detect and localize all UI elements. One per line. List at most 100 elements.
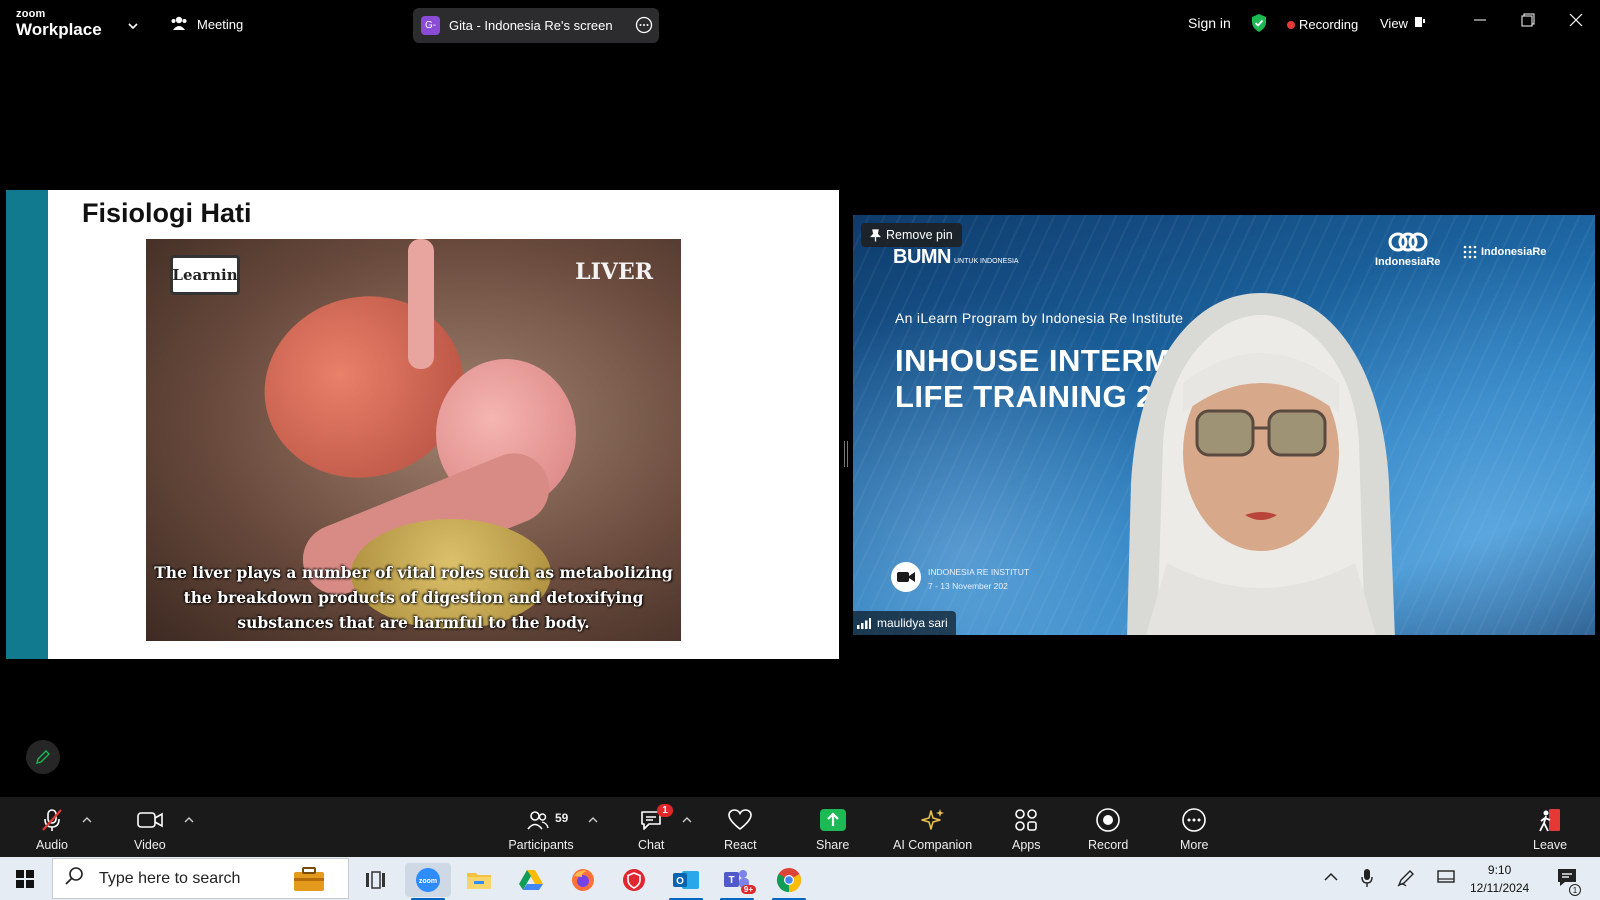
indonesiare-brand-text: IndonesiaRe (1375, 256, 1441, 268)
notifications-icon[interactable]: 1 (1556, 867, 1581, 896)
react-button[interactable]: React (724, 806, 757, 852)
teams-badge: 9+ (740, 885, 756, 894)
slide-side-band (6, 190, 48, 659)
teams-icon[interactable]: T 9+ (714, 863, 760, 900)
apps-button[interactable]: Apps (1012, 806, 1041, 852)
chat-unread-badge: 1 (657, 804, 673, 817)
event-line-2: 7 - 13 November 202 (928, 581, 1008, 591)
participants-label: Participants (508, 838, 574, 852)
leave-door-icon (1539, 808, 1561, 831)
view-label: View (1380, 16, 1408, 31)
meeting-label: Meeting (197, 17, 244, 32)
video-caption: The liver plays a number of vital roles … (154, 563, 673, 632)
more-options-icon[interactable] (635, 16, 653, 37)
record-label: Record (1088, 838, 1129, 852)
file-explorer-icon[interactable] (456, 863, 502, 897)
title-bar: zoom Workplace Meeting G- Gita - Indones… (0, 0, 1600, 48)
svg-text:O: O (676, 876, 684, 887)
bumn-sub-text: UNTUK INDONESIA (954, 258, 1019, 265)
chevron-down-icon[interactable] (127, 18, 139, 36)
chat-options-caret-icon[interactable] (682, 811, 692, 829)
restore-icon[interactable] (1521, 13, 1535, 32)
more-label: More (1180, 838, 1209, 852)
shared-screen[interactable]: Fisiologi Hati Learnin LIVER The liver p… (6, 190, 839, 659)
view-button[interactable]: View (1380, 16, 1426, 31)
participants-options-caret-icon[interactable] (588, 811, 598, 829)
pencil-icon (36, 750, 50, 764)
logo-zoom-text: zoom (16, 8, 46, 20)
sparkle-icon (920, 808, 944, 830)
pen-icon[interactable] (1397, 869, 1415, 892)
taskbar-zoom-icon[interactable]: zoom (405, 863, 451, 900)
meeting-people-icon (170, 15, 188, 34)
sign-in-link[interactable]: Sign in (1188, 15, 1231, 31)
panel-splitter-handle[interactable] (844, 441, 848, 467)
minimize-icon[interactable] (1473, 13, 1487, 32)
google-drive-icon[interactable] (508, 863, 554, 897)
more-button[interactable]: More (1180, 806, 1208, 852)
svg-text:T: T (728, 875, 734, 886)
share-pill-label: Gita - Indonesia Re's screen (449, 18, 613, 33)
audio-label: Audio (36, 838, 68, 852)
outlook-icon[interactable]: O (663, 863, 709, 900)
meeting-menu[interactable]: Meeting (170, 15, 243, 34)
display-icon[interactable] (1437, 869, 1455, 890)
audio-options-caret-icon[interactable] (82, 811, 92, 829)
esophagus-shape (408, 239, 434, 369)
search-icon (65, 866, 85, 891)
notifications-count: 1 (1569, 884, 1581, 896)
firefox-icon[interactable] (560, 863, 606, 897)
learnin-logo: Learnin (170, 255, 240, 295)
participants-button[interactable]: 59 Participants (503, 806, 579, 852)
annotate-button[interactable] (26, 740, 60, 774)
recording-label: Recording (1299, 17, 1359, 32)
taskbar-search-box[interactable]: Type here to search (52, 858, 349, 899)
video-liver-label: LIVER (575, 259, 653, 285)
svg-text:zoom: zoom (419, 878, 437, 885)
share-label: Share (816, 838, 850, 852)
record-button[interactable]: Record (1088, 806, 1128, 852)
video-options-caret-icon[interactable] (184, 811, 194, 829)
recording-dot-icon (1287, 20, 1295, 29)
more-dots-icon (1182, 807, 1207, 832)
pin-icon (870, 228, 881, 241)
bumn-text: BUMN (893, 246, 952, 268)
heart-icon (728, 808, 753, 830)
leave-button[interactable]: Leave (1533, 806, 1567, 852)
indonesiare-rings-icon (1388, 232, 1428, 252)
slide-video: Learnin LIVER The liver plays a number o… (146, 239, 681, 641)
clock-time: 9:10 (1487, 863, 1512, 877)
show-hidden-icons-icon[interactable] (1324, 869, 1338, 887)
slide-title: Fisiologi Hati (82, 198, 252, 228)
remove-pin-label: Remove pin (886, 228, 953, 242)
sharer-avatar: G- (421, 16, 440, 35)
audio-button[interactable]: Audio (36, 806, 68, 852)
ai-companion-button[interactable]: AI Companion (893, 806, 972, 852)
shield-check-icon[interactable] (1250, 13, 1268, 38)
grid-dots-icon (1463, 245, 1477, 259)
video-label: Video (134, 838, 166, 852)
apps-label: Apps (1012, 838, 1041, 852)
participant-video-tile[interactable]: BUMN UNTUK INDONESIA IndonesiaRe Indonesi… (853, 215, 1595, 635)
task-view-icon[interactable] (352, 863, 398, 897)
chat-label: Chat (638, 838, 665, 852)
zoom-workplace-logo[interactable]: zoom Workplace (16, 8, 102, 39)
video-camera-icon (137, 811, 163, 828)
chrome-icon[interactable] (766, 863, 812, 900)
ai-companion-label: AI Companion (893, 838, 973, 852)
participants-icon (527, 810, 549, 830)
share-screen-icon (819, 808, 846, 831)
chat-button[interactable]: 1 Chat (638, 804, 673, 852)
microphone-icon[interactable] (1361, 869, 1373, 892)
windows-start-icon[interactable] (16, 870, 34, 893)
remove-pin-button[interactable]: Remove pin (861, 223, 962, 247)
security-app-icon[interactable] (611, 863, 657, 897)
video-button[interactable]: Video (134, 806, 166, 852)
screen-share-indicator[interactable]: G- Gita - Indonesia Re's screen (413, 8, 659, 43)
search-placeholder: Type here to search (99, 869, 241, 887)
recording-indicator[interactable]: Recording (1287, 17, 1358, 32)
system-clock[interactable]: 9:10 12/11/2024 (1470, 861, 1529, 897)
share-button[interactable]: Share (816, 806, 849, 852)
participant-person (1127, 293, 1395, 635)
close-icon[interactable] (1569, 13, 1583, 32)
